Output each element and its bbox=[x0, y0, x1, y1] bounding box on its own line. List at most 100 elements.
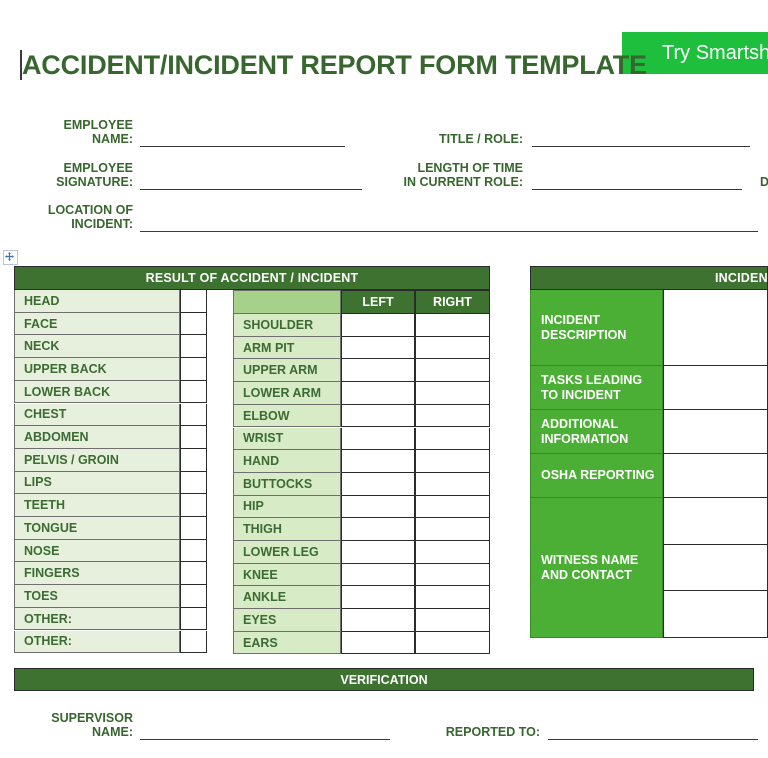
limb-right-cell[interactable] bbox=[415, 359, 490, 383]
incident-row-input[interactable] bbox=[663, 366, 768, 410]
body-part-row-label: HEAD bbox=[14, 290, 180, 313]
body-part-row-label: NOSE bbox=[14, 539, 180, 563]
employee-name-input[interactable] bbox=[140, 146, 345, 147]
body-part-checkbox-cell[interactable] bbox=[180, 335, 207, 359]
limb-left-cell[interactable] bbox=[341, 518, 415, 541]
limb-left-cell[interactable] bbox=[341, 563, 415, 587]
limb-row-label: UPPER ARM bbox=[233, 359, 341, 383]
limb-row-label: EARS bbox=[233, 631, 341, 655]
limb-right-cell[interactable] bbox=[415, 563, 490, 587]
body-part-row-label: FACE bbox=[14, 312, 180, 336]
supervisor-name-input[interactable] bbox=[140, 739, 390, 740]
employee-name-label-line1: EMPLOYEE bbox=[63, 118, 133, 132]
limb-right-cell[interactable] bbox=[415, 609, 490, 632]
incident-row-input[interactable] bbox=[663, 454, 768, 498]
title-role-input[interactable] bbox=[532, 146, 750, 147]
limb-right-cell[interactable] bbox=[415, 336, 490, 360]
supervisor-name-label-line1: SUPERVISOR bbox=[51, 711, 133, 725]
limb-left-cell[interactable] bbox=[341, 336, 415, 360]
limb-right-cell[interactable] bbox=[415, 472, 490, 496]
limb-row-label: ARM PIT bbox=[233, 336, 341, 360]
length-of-time-label-line2: IN CURRENT ROLE: bbox=[403, 175, 523, 189]
body-part-checkbox-cell[interactable] bbox=[180, 585, 207, 608]
body-part-row-label: NECK bbox=[14, 335, 180, 359]
employee-signature-label-line2: SIGNATURE: bbox=[56, 175, 133, 189]
incident-panel-title: INCIDENT bbox=[530, 266, 768, 290]
limb-left-cell[interactable] bbox=[341, 541, 415, 564]
employee-name-label-line2: NAME: bbox=[92, 132, 133, 146]
employee-signature-input[interactable] bbox=[140, 189, 362, 190]
right-subtable-blank-header bbox=[233, 290, 341, 314]
limb-left-cell[interactable] bbox=[341, 609, 415, 632]
limb-left-cell[interactable] bbox=[341, 586, 415, 610]
limb-row-label: LOWER LEG bbox=[233, 541, 341, 564]
limb-right-cell[interactable] bbox=[415, 541, 490, 564]
body-part-checkbox-cell[interactable] bbox=[180, 312, 207, 336]
limb-row-label: THIGH bbox=[233, 518, 341, 541]
body-part-checkbox-cell[interactable] bbox=[180, 448, 207, 472]
limb-left-cell[interactable] bbox=[341, 359, 415, 383]
incident-row-label: TASKS LEADING TO INCIDENT bbox=[530, 366, 663, 410]
location-of-incident-input[interactable] bbox=[140, 231, 758, 232]
limb-left-cell[interactable] bbox=[341, 472, 415, 496]
limb-right-cell[interactable] bbox=[415, 427, 490, 451]
limb-row-label: ANKLE bbox=[233, 586, 341, 610]
incident-row-input[interactable] bbox=[663, 290, 768, 366]
page-title: ACCIDENT/INCIDENT REPORT FORM TEMPLATE bbox=[22, 50, 647, 80]
limb-row-label: WRIST bbox=[233, 427, 341, 451]
length-of-time-input[interactable] bbox=[532, 189, 742, 190]
limb-left-cell[interactable] bbox=[341, 427, 415, 451]
body-part-checkbox-cell[interactable] bbox=[180, 290, 207, 313]
limb-left-cell[interactable] bbox=[341, 382, 415, 405]
employee-signature-label-line1: EMPLOYEE bbox=[63, 161, 133, 175]
move-handle-icon[interactable] bbox=[3, 250, 18, 265]
limb-right-cell[interactable] bbox=[415, 631, 490, 655]
body-part-checkbox-cell[interactable] bbox=[180, 358, 207, 381]
location-of-incident-label-line1: LOCATION OF bbox=[47, 203, 133, 217]
limb-left-cell[interactable] bbox=[341, 314, 415, 337]
left-side-header: LEFT bbox=[341, 290, 415, 314]
incident-row-label: INCIDENT DESCRIPTION bbox=[530, 290, 663, 366]
reported-to-input[interactable] bbox=[548, 739, 758, 740]
incident-row-input[interactable] bbox=[663, 498, 768, 545]
body-part-row-label: LIPS bbox=[14, 471, 180, 495]
incident-row-label: OSHA REPORTING bbox=[530, 454, 663, 498]
supervisor-name-label-line2: NAME: bbox=[92, 725, 133, 739]
body-part-checkbox-cell[interactable] bbox=[180, 403, 207, 427]
limb-right-cell[interactable] bbox=[415, 382, 490, 405]
incident-row-input[interactable] bbox=[663, 591, 768, 638]
limb-left-cell[interactable] bbox=[341, 404, 415, 428]
limb-right-cell[interactable] bbox=[415, 495, 490, 519]
body-part-row-label: FINGERS bbox=[14, 562, 180, 586]
incident-row-input[interactable] bbox=[663, 544, 768, 592]
body-part-row-label: LOWER BACK bbox=[14, 380, 180, 404]
body-part-checkbox-cell[interactable] bbox=[180, 471, 207, 495]
body-part-checkbox-cell[interactable] bbox=[180, 494, 207, 517]
limb-row-label: HAND bbox=[233, 450, 341, 473]
reported-to-label: REPORTED TO: bbox=[445, 725, 540, 739]
limb-right-cell[interactable] bbox=[415, 314, 490, 337]
incident-row-input[interactable] bbox=[663, 410, 768, 454]
body-part-checkbox-cell[interactable] bbox=[180, 607, 207, 631]
form-page: Try Smartsheet ACCIDENT/INCIDENT REPORT … bbox=[0, 0, 768, 758]
limb-row-label: BUTTOCKS bbox=[233, 472, 341, 496]
limb-right-cell[interactable] bbox=[415, 450, 490, 473]
limb-right-cell[interactable] bbox=[415, 586, 490, 610]
body-part-checkbox-cell[interactable] bbox=[180, 539, 207, 563]
right-side-header: RIGHT bbox=[415, 290, 490, 314]
body-part-row-label: TONGUE bbox=[14, 517, 180, 540]
limb-left-cell[interactable] bbox=[341, 631, 415, 655]
body-part-row-label: UPPER BACK bbox=[14, 358, 180, 381]
limb-left-cell[interactable] bbox=[341, 495, 415, 519]
body-part-checkbox-cell[interactable] bbox=[180, 517, 207, 540]
limb-right-cell[interactable] bbox=[415, 518, 490, 541]
result-table-title: RESULT OF ACCIDENT / INCIDENT bbox=[14, 266, 490, 290]
body-part-checkbox-cell[interactable] bbox=[180, 380, 207, 404]
body-part-checkbox-cell[interactable] bbox=[180, 630, 207, 654]
limb-left-cell[interactable] bbox=[341, 450, 415, 473]
date-label-truncated: D bbox=[760, 175, 768, 189]
body-part-checkbox-cell[interactable] bbox=[180, 562, 207, 586]
limb-right-cell[interactable] bbox=[415, 404, 490, 428]
body-part-checkbox-cell[interactable] bbox=[180, 426, 207, 449]
length-of-time-label-line1: LENGTH OF TIME bbox=[417, 161, 523, 175]
